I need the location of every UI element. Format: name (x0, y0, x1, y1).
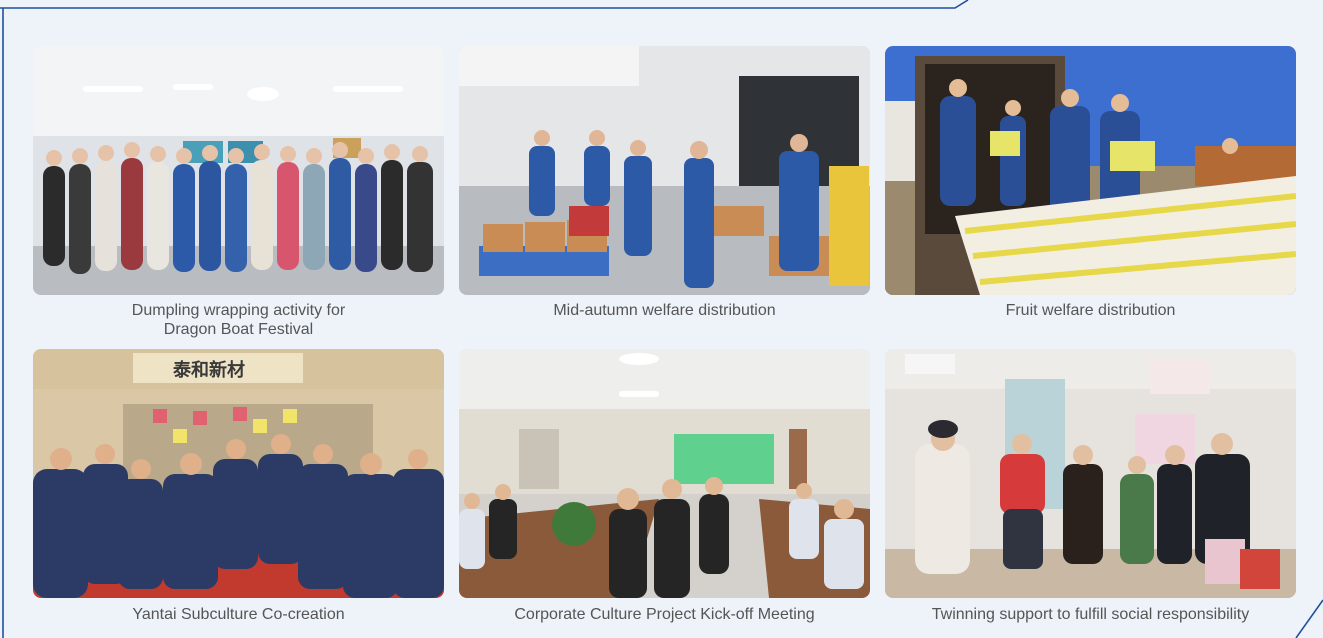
company-sign-text: 泰和新材 (172, 359, 245, 381)
photo-caption: Mid-autumn welfare distribution (553, 302, 776, 319)
photo-caption: Fruit welfare distribution (1005, 302, 1176, 319)
gallery-card: Mid-autumn welfare distribution (459, 46, 870, 349)
photo-kickoff-meeting (459, 349, 870, 598)
photo-caption: Twinning support to fulfill social respo… (931, 606, 1250, 623)
gallery-card: 泰和新材 Yantai Subculture Co-creation (33, 349, 444, 632)
photo-dumpling-activity (33, 46, 444, 295)
gallery-card: Twinning support to fulfill social respo… (885, 349, 1296, 632)
photo-caption: Corporate Culture Project Kick-off Meeti… (514, 606, 815, 623)
photo-caption: Dumpling wrapping activity for Dragon Bo… (131, 302, 346, 338)
photo-caption: Yantai Subculture Co-creation (132, 606, 345, 623)
gallery-card: Dumpling wrapping activity for Dragon Bo… (33, 46, 444, 349)
photo-twinning-support (885, 349, 1296, 598)
photo-gallery: Dumpling wrapping activity for Dragon Bo… (33, 46, 1296, 632)
gallery-card: Fruit welfare distribution (885, 46, 1296, 349)
photo-fruit-distribution (885, 46, 1296, 295)
photo-mid-autumn-distribution (459, 46, 870, 295)
photo-yantai-subculture: 泰和新材 (33, 349, 444, 598)
gallery-card: Corporate Culture Project Kick-off Meeti… (459, 349, 870, 632)
